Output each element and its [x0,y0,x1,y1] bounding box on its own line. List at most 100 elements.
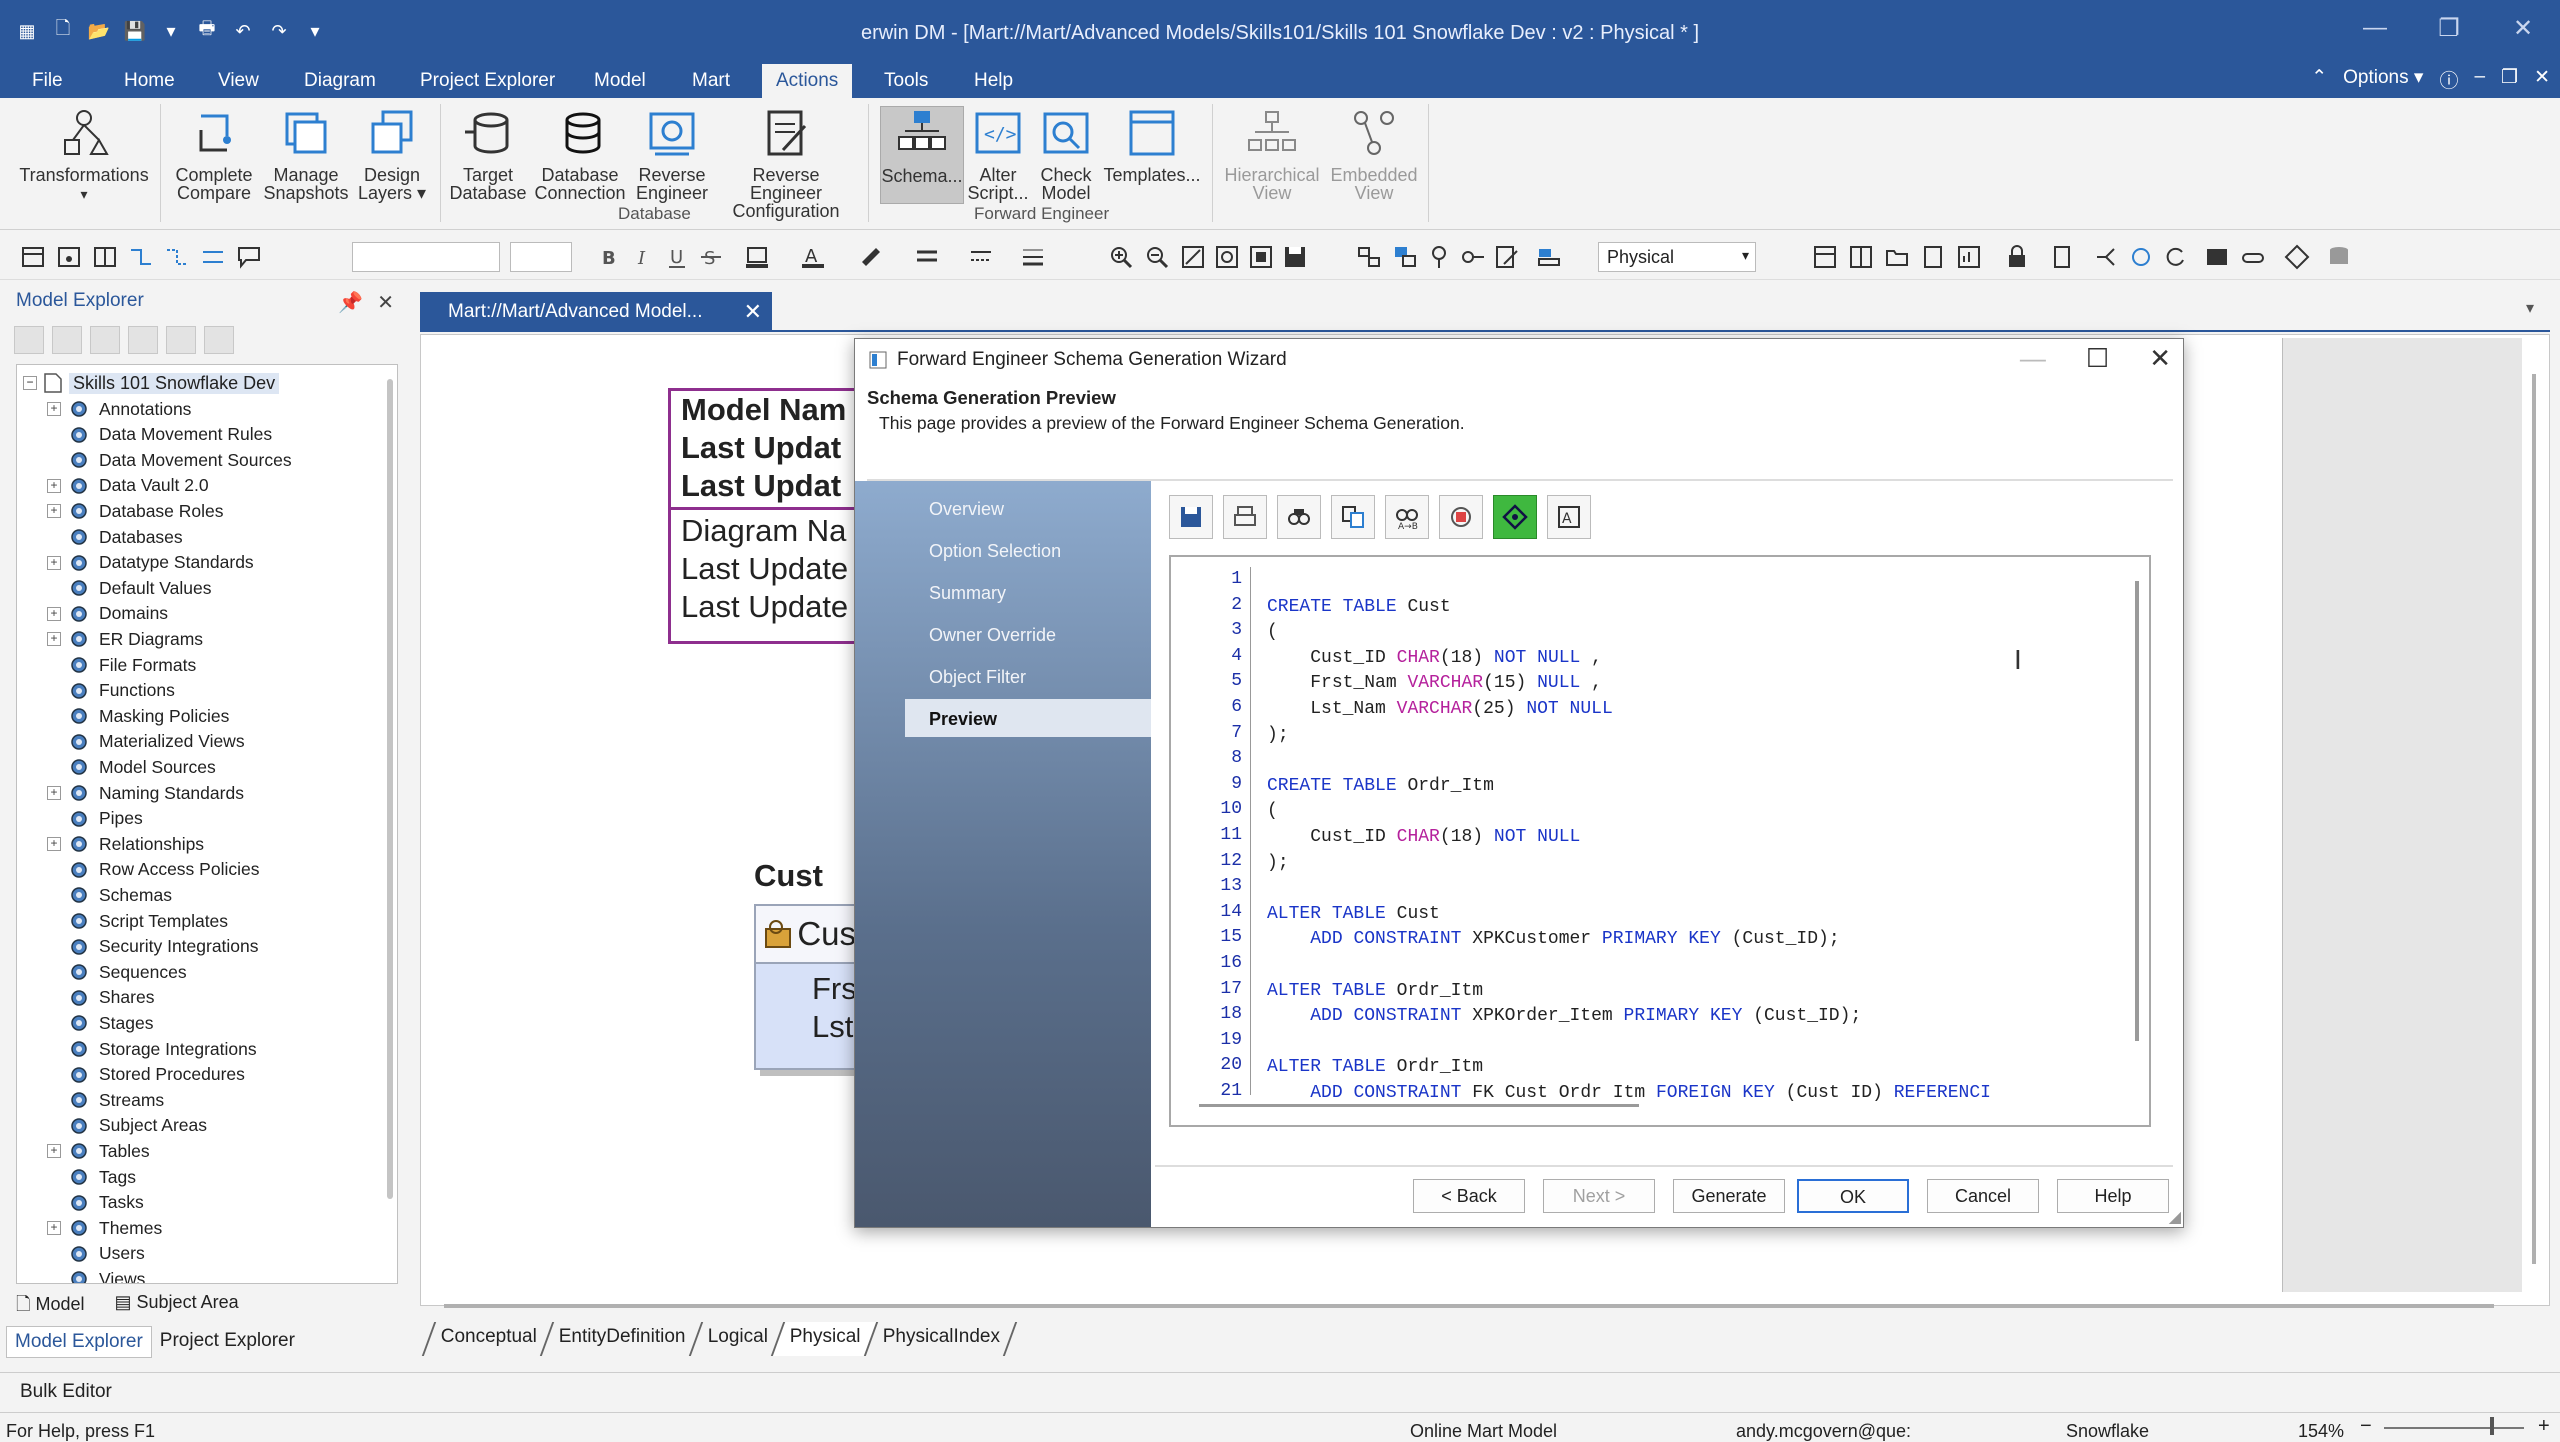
tree-item[interactable]: + Data Vault 2.0 [47,474,209,498]
find-icon[interactable] [166,326,196,354]
document-tab[interactable]: Mart://Mart/Advanced Model... ✕ [420,292,772,332]
check-model-button[interactable]: Check Model [1034,106,1098,202]
generate-button[interactable]: Generate [1673,1179,1785,1213]
transformations-button[interactable]: Transformations ▾ [14,106,154,203]
tree-item[interactable]: Stages [47,1011,153,1035]
tree-item[interactable]: Streams [47,1088,164,1112]
tree-item[interactable]: Default Values [47,576,212,600]
back-button[interactable]: < Back [1413,1179,1525,1213]
tree-item[interactable]: + Relationships [47,832,204,856]
menu-tools[interactable]: Tools [870,68,942,94]
options-menu[interactable]: Options ▾ [2343,66,2423,93]
menu-diagram[interactable]: Diagram [290,68,390,94]
nav-owner-override[interactable]: Owner Override [905,615,1151,653]
forward-engineer-button[interactable] [1493,495,1537,539]
zoom-in-button[interactable]: + [2538,1415,2550,1438]
menu-file[interactable]: File [18,68,77,94]
tree-item[interactable]: Sequences [47,960,187,984]
minimize-button[interactable]: — [2338,14,2412,43]
target-database-button[interactable]: Target Database [444,106,532,202]
sheet-tab-physicalindex[interactable]: PhysicalIndex [863,1322,1018,1356]
relationship-nonid-icon[interactable] [164,244,190,270]
tree-item[interactable]: + Domains [47,602,168,626]
display-level-icon[interactable] [1536,244,1562,270]
tree-item[interactable]: Data Movement Rules [47,423,272,447]
doc-restore-icon[interactable]: ❐ [2501,66,2518,93]
view-mode-combo[interactable]: Physical ▾ [1598,242,1756,272]
bulk-editor-tab[interactable]: Bulk Editor [20,1381,112,1402]
close-tab-icon[interactable]: ✕ [744,299,762,325]
italic-icon[interactable]: I [630,244,656,270]
schema-button[interactable]: Schema... [880,106,964,204]
tree-item[interactable]: File Formats [47,653,196,677]
comment-icon[interactable] [236,244,262,270]
model-tab[interactable]: 🗋 Model [16,1292,85,1322]
zoom-fit-icon[interactable] [1180,244,1206,270]
nav-object-filter[interactable]: Object Filter [905,657,1151,695]
ok-button[interactable]: OK [1797,1179,1909,1213]
zoom-in-icon[interactable] [1108,244,1134,270]
expand-icon[interactable]: + [47,478,61,493]
tree-item[interactable]: + Database Roles [47,499,224,523]
tree-item[interactable]: Schemas [47,883,172,907]
key-icon[interactable] [1460,244,1486,270]
tree-item[interactable]: Script Templates [47,909,228,933]
info-icon[interactable]: ⓘ [2439,66,2458,93]
dialog-close-button[interactable]: ✕ [2149,343,2171,374]
folder-icon[interactable] [1884,244,1910,270]
subject-area-tab[interactable]: ▤ Subject Area [115,1292,239,1322]
back-icon[interactable] [14,326,44,354]
menu-mart[interactable]: Mart [678,68,744,94]
table-icon[interactable] [20,244,46,270]
model-explorer-tab[interactable]: Model Explorer [6,1326,152,1358]
tree-item[interactable]: + Datatype Standards [47,551,254,575]
pin-panel-icon[interactable]: 📌 [338,290,363,315]
canvas-vertical-scrollbar[interactable] [2532,374,2536,1264]
dialog-minimize-button[interactable]: — [2020,343,2046,374]
line-style-icon[interactable] [914,244,940,270]
delete-icon[interactable] [128,326,158,354]
print-script-button[interactable] [1223,495,1267,539]
nav-overview[interactable]: Overview [905,489,1151,527]
find-replace-button[interactable]: A→B [1385,495,1429,539]
restore-button[interactable]: ❐ [2412,14,2486,43]
collapse-ribbon-icon[interactable]: ⌃ [2311,66,2327,93]
menu-model[interactable]: Model [580,68,660,94]
forward-icon[interactable] [52,326,82,354]
manage-snapshots-button[interactable]: Manage Snapshots [262,106,350,202]
view-icon[interactable] [56,244,82,270]
fill-color-icon[interactable] [744,244,770,270]
edit-icon[interactable] [1494,244,1520,270]
cust-entity[interactable]: Cus Frs Lst [754,904,864,1070]
nav-preview[interactable]: Preview [905,699,1151,737]
tree-root[interactable]: − Skills 101 Snowflake Dev [23,371,280,395]
menu-view[interactable]: View [204,68,273,94]
tree-item[interactable]: Subject Areas [47,1114,207,1138]
zoom-out-button[interactable]: − [2360,1415,2372,1438]
zoom-actual-icon[interactable] [1214,244,1240,270]
database-connection-button[interactable]: Database Connection [534,106,626,202]
view-table-icon[interactable] [1848,244,1874,270]
tree-item[interactable]: Databases [47,525,183,549]
save-script-button[interactable] [1169,495,1213,539]
canvas-horizontal-scrollbar[interactable] [444,1304,2494,1308]
entity-icon[interactable] [1812,244,1838,270]
properties-icon[interactable] [204,326,234,354]
refresh-icon[interactable] [2162,244,2188,270]
embedded-view-button[interactable]: Embedded View [1326,106,1422,202]
expand-icon[interactable]: + [47,632,61,647]
tree-item[interactable]: Tags [47,1165,136,1189]
report-icon[interactable] [1956,244,1982,270]
filter-icon[interactable] [90,326,120,354]
database-icon[interactable] [2326,244,2352,270]
next-button[interactable]: Next > [1543,1179,1655,1213]
expand-icon[interactable]: + [47,837,61,852]
pin-icon[interactable] [1426,244,1452,270]
menu-home[interactable]: Home [110,68,189,94]
expand-icon[interactable]: + [47,1144,61,1159]
report-button[interactable] [1439,495,1483,539]
tree-item[interactable]: Data Movement Sources [47,448,292,472]
tab-list-icon[interactable]: ▾ [2526,298,2534,318]
resize-grip[interactable]: ◢ [2169,1207,2181,1227]
font-button[interactable]: A [1547,495,1591,539]
